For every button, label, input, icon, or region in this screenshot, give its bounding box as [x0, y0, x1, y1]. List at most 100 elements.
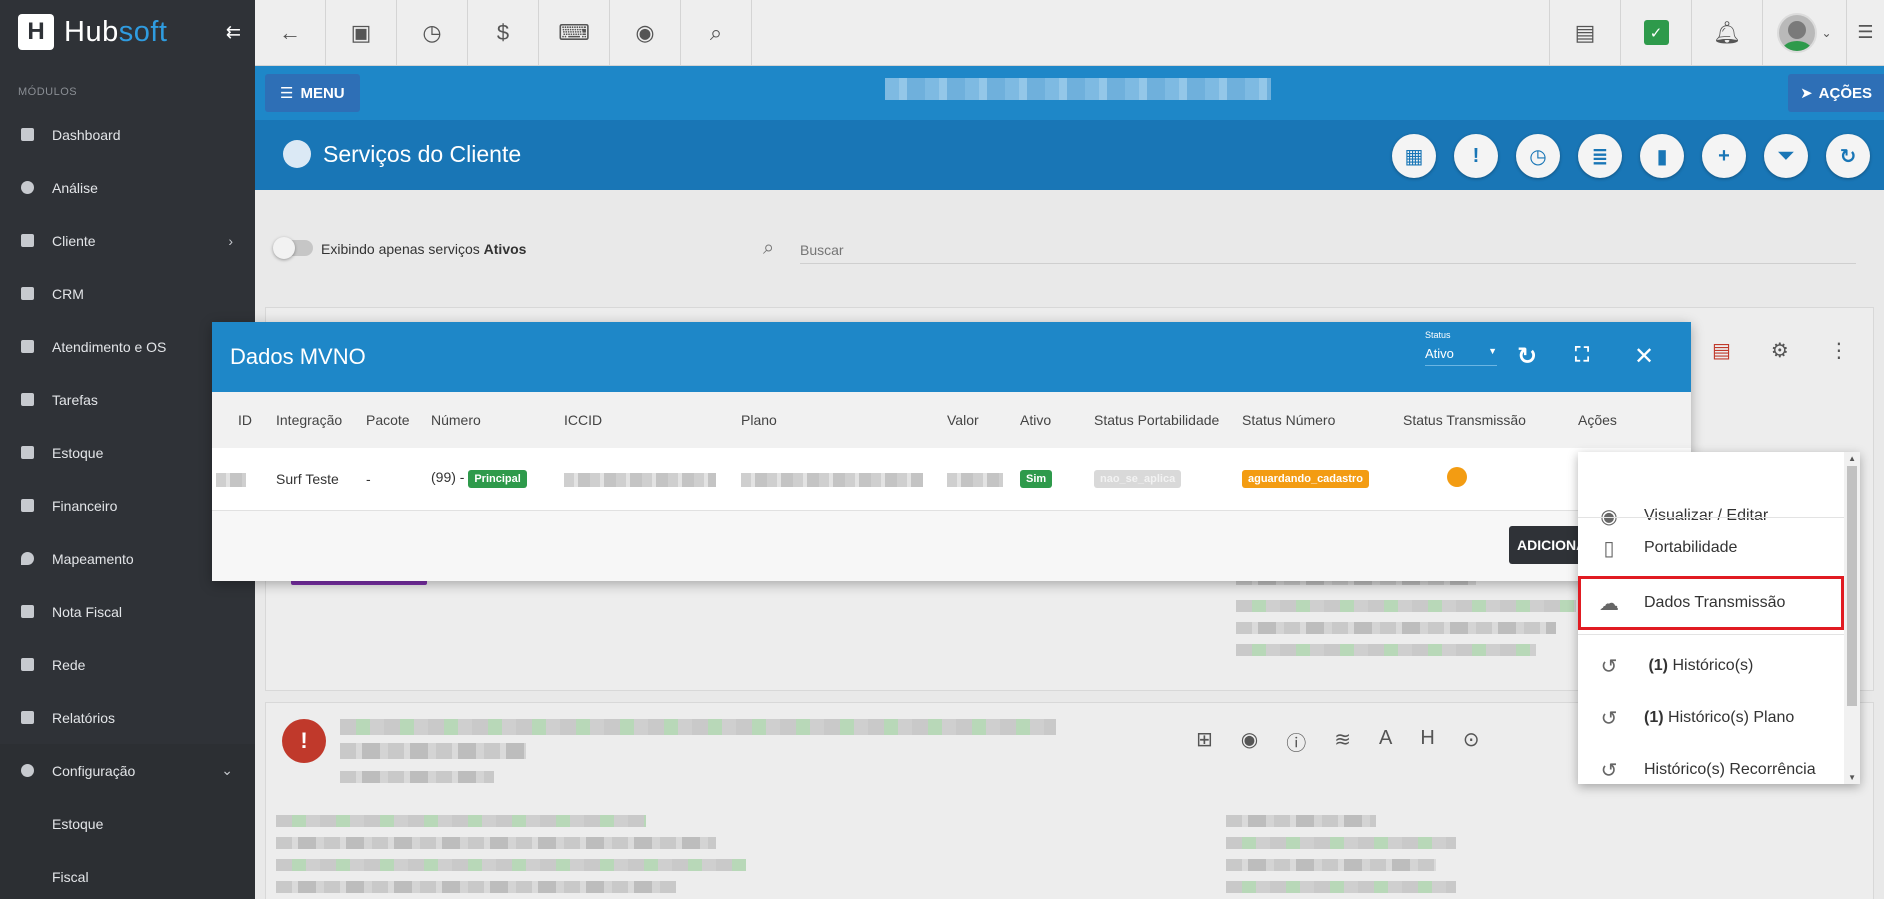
sidebar-item-label: Configuração — [52, 762, 136, 779]
bell-icon[interactable]: 🔔︎ — [1691, 0, 1762, 65]
active-services-toggle[interactable] — [273, 237, 313, 259]
gear-icon[interactable]: ⚙ — [1771, 338, 1789, 363]
close-icon[interactable]: ✕ — [1634, 342, 1654, 371]
text-size-icon[interactable]: H — [1420, 727, 1434, 756]
scroll-up-icon[interactable]: ▲ — [1848, 454, 1856, 463]
back-arrow-icon[interactable]: ← — [255, 0, 326, 65]
toggle-label: Exibindo apenas serviços Ativos — [321, 241, 527, 257]
spellcheck-icon[interactable]: A — [1379, 727, 1392, 756]
sidebar-item-configuracao[interactable]: Configuração ⌄ — [0, 744, 255, 797]
hubsoft-logo-icon: H — [18, 14, 54, 50]
menu-item-portabilidade[interactable]: ▯ Portabilidade — [1578, 518, 1844, 578]
redacted-text — [1236, 622, 1556, 634]
menu-label: MENU — [300, 84, 345, 102]
sidebar-item-label: Cliente — [52, 232, 96, 249]
redacted-text — [340, 743, 526, 759]
redacted-text — [1226, 859, 1436, 871]
contact-card-icon[interactable]: ▣ — [326, 0, 397, 65]
count-label: (1) — [1648, 657, 1669, 674]
scroll-down-icon[interactable]: ▼ — [1848, 773, 1856, 782]
pdf-file-icon[interactable]: ▤ — [1549, 0, 1620, 65]
logo[interactable]: H Hubsoft ⇇ — [0, 0, 255, 64]
sidebar-item-nota-fiscal[interactable]: Nota Fiscal — [0, 585, 255, 638]
sidebar-item-crm[interactable]: CRM — [0, 267, 255, 320]
check-message-icon[interactable]: ✓ — [1620, 0, 1691, 65]
send-icon: ➤ — [1800, 85, 1813, 102]
cell-status-portabilidade: nao_se_aplica — [1086, 448, 1234, 511]
sidebar-item-analise[interactable]: Análise — [0, 161, 255, 214]
refresh-icon[interactable]: ↻ — [1517, 342, 1537, 371]
chevron-right-icon: › — [228, 232, 233, 249]
actions-button[interactable]: ➤ AÇÕES — [1788, 74, 1884, 112]
col-header: Ações — [1570, 392, 1691, 448]
sidebar-subitem-fiscal[interactable]: Fiscal — [0, 850, 255, 899]
history-icon: ↺ — [1600, 759, 1618, 782]
col-header: Valor — [939, 392, 1012, 448]
status-select[interactable]: Status Ativo ▼ — [1425, 330, 1497, 366]
redacted-text — [1226, 837, 1456, 849]
status-label: Status — [1425, 330, 1451, 340]
eye-icon[interactable]: ◉ — [610, 0, 681, 65]
menu-item-historicos-recorrencia[interactable]: ↺ Histórico(s) Recorrência — [1578, 740, 1844, 784]
gift-icon[interactable]: ▦ — [1392, 134, 1436, 178]
trello-board-icon — [19, 286, 35, 302]
refresh-icon[interactable]: ↻ — [1826, 134, 1870, 178]
scrollbar-thumb[interactable] — [1847, 466, 1857, 706]
col-header: Pacote — [358, 392, 423, 448]
cell-status-numero: aguardando_cadastro — [1234, 448, 1395, 511]
sidebar-item-label: Rede — [52, 656, 86, 673]
add-icon[interactable]: + — [1702, 134, 1746, 178]
info-icon[interactable]: ⓘ — [1286, 727, 1306, 756]
cell-status-transmissao — [1395, 448, 1570, 511]
history-icon: ↺ — [1600, 707, 1618, 730]
calendar-clock-icon[interactable]: ◷ — [1516, 134, 1560, 178]
menu-item-label: Histórico(s) — [1672, 657, 1754, 674]
list-document-icon[interactable]: ≣ — [1578, 134, 1622, 178]
cell-ativo: Sim — [1012, 448, 1086, 511]
menu-item-historicos-plano[interactable]: ↺ (1) Histórico(s) Plano — [1578, 688, 1844, 748]
dollar-icon[interactable]: $ — [468, 0, 539, 65]
menu-item-dados-transmissao[interactable]: ☁ Dados Transmissão — [1578, 573, 1844, 633]
sidebar-item-rede[interactable]: Rede — [0, 638, 255, 691]
sidebar-item-dashboard[interactable]: Dashboard — [0, 108, 255, 161]
page-title: Serviços do Cliente — [283, 140, 521, 168]
cell-valor — [939, 448, 1012, 511]
redacted-text — [340, 771, 494, 783]
network-icon[interactable]: ⊞ — [1196, 727, 1213, 756]
pdf-icon[interactable]: ▤ — [1712, 338, 1731, 363]
table-row: Surf Teste - (99) - Principal Sim nao_se… — [212, 448, 1691, 511]
file-icon[interactable]: ▮ — [1640, 134, 1684, 178]
terminal-icon[interactable]: ⌨ — [539, 0, 610, 65]
sidebar-item-label: Análise — [52, 179, 98, 196]
money-icon — [19, 498, 35, 514]
alert-message-icon[interactable]: ! — [1454, 134, 1498, 178]
search-icon[interactable]: ⌕ — [681, 0, 752, 65]
menu-item-historicos[interactable]: ↺ (1) Histórico(s) — [1578, 636, 1844, 696]
fullscreen-icon[interactable]: ⛶ — [1575, 344, 1589, 367]
cell-id — [212, 448, 268, 511]
map-pin-icon[interactable]: ⊙ — [1463, 727, 1480, 756]
collapse-sidebar-icon[interactable]: ⇇ — [226, 22, 241, 43]
filter-icon[interactable]: ⏷ — [1764, 134, 1808, 178]
calendar-clock-icon[interactable]: ◷ — [397, 0, 468, 65]
list-icon[interactable]: ☰ — [1846, 0, 1884, 65]
client-name-redacted — [885, 78, 1271, 100]
sidebar-item-cliente[interactable]: Cliente › — [0, 214, 255, 267]
sidebar-item-label: Mapeamento — [52, 550, 134, 567]
menu-button[interactable]: ☰ MENU — [265, 74, 360, 112]
wifi-icon[interactable]: ≋ — [1334, 727, 1351, 756]
redacted-text — [276, 815, 646, 827]
dropdown-scrollbar[interactable]: ▲ ▼ — [1844, 452, 1860, 784]
col-header: Plano — [733, 392, 939, 448]
more-vert-icon[interactable]: ⋮ — [1829, 338, 1849, 363]
document-icon — [19, 604, 35, 620]
modal-header: Dados MVNO Status Ativo ▼ ↻ ⛶ ✕ — [212, 322, 1691, 392]
eye-icon[interactable]: ◉ — [1241, 727, 1258, 756]
user-avatar-menu[interactable]: ⌄ — [1762, 0, 1846, 65]
sidebar-subitem-estoque[interactable]: Estoque — [0, 797, 255, 850]
count-label: (1) — [1644, 709, 1664, 726]
cell-integracao: Surf Teste — [268, 448, 358, 511]
history-icon: ↺ — [1600, 655, 1618, 678]
sidebar-item-relatorios[interactable]: Relatórios — [0, 691, 255, 744]
search-input[interactable] — [800, 236, 1856, 264]
